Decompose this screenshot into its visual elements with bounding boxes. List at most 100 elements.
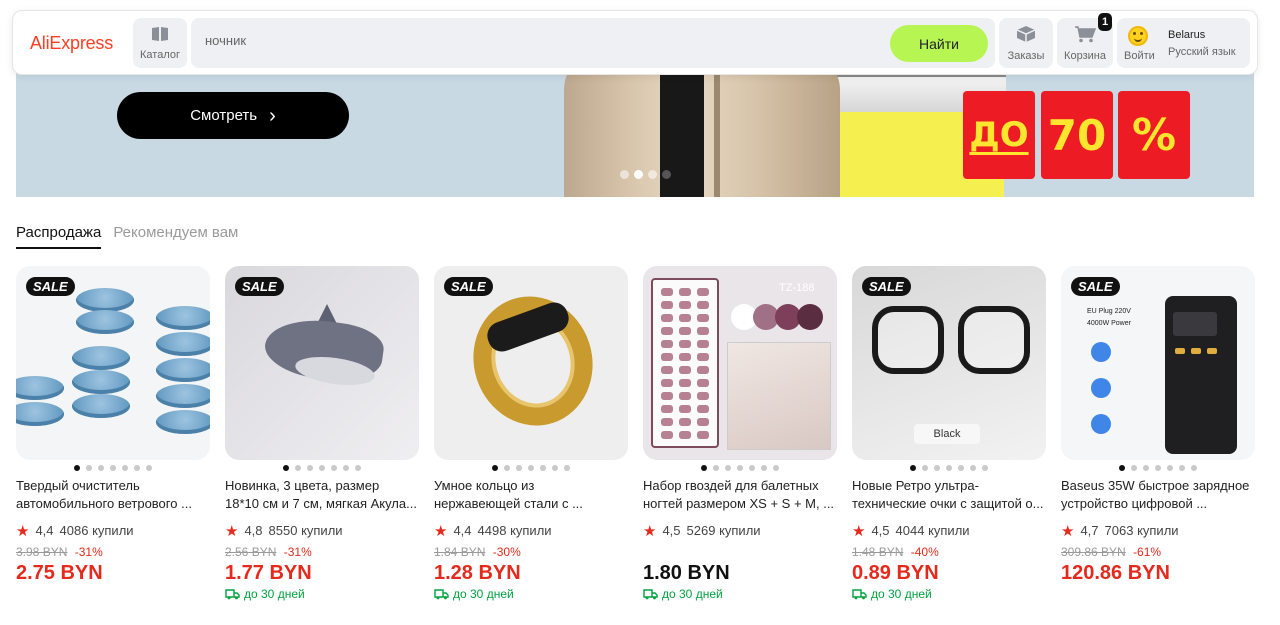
shipping-time: до 30 дней [434,586,628,602]
product-price: 1.80 BYN [643,562,730,584]
product-image[interactable]: SALE [16,266,210,460]
old-price: 2.56 BYN [225,545,277,559]
sold-count: 8550 купили [268,523,343,538]
sale-badge: SALE [235,277,284,296]
discount: -30% [492,545,521,559]
sale-badge: SALE [26,277,75,296]
sold-count: 4044 купили [895,523,970,538]
product-image[interactable]: SALE [225,266,419,460]
star-icon: ★ [852,522,866,540]
star-icon: ★ [643,522,657,540]
product-image[interactable]: EU Plug 220V 4000W Power SALE [1061,266,1255,460]
product-title[interactable]: Новинка, 3 цвета, размер 18*10 см и 7 см… [225,477,419,513]
orders-button[interactable]: Заказы [999,18,1053,68]
product-card[interactable]: SALE Твердый очиститель автомобильного в… [16,266,210,585]
product-card[interactable]: Black SALE Новые Ретро ультра- техническ… [852,266,1046,602]
product-title-line: 18*10 см и 7 см, мягкая Акула... [225,496,417,511]
sold-count: 5269 купили [686,523,761,538]
rating-value: 4,8 [244,523,263,538]
feed-tabs: Распродажа Рекомендуем вам [16,224,238,249]
banner-slider-dots[interactable] [620,170,671,179]
product-image[interactable]: TZ-188 [643,266,837,460]
product-title[interactable]: Умное кольцо из нержавеющей стали с ... [434,477,628,513]
old-price-row: 1.48 BYN -40% [852,545,1046,561]
old-price: 1.84 BYN [434,545,486,559]
product-price: 1.28 BYN [434,562,521,584]
catalog-button[interactable]: Каталог [133,18,187,68]
product-title-line: Новые Ретро ультра- [852,478,979,493]
discount: -31% [283,545,312,559]
rating-value: 4,4 [35,523,54,538]
sale-badge: SALE [1071,277,1120,296]
image-carousel-dots[interactable] [1061,464,1255,471]
product-card[interactable]: SALE Новинка, 3 цвета, размер 18*10 см и… [225,266,419,602]
search-input[interactable] [205,33,865,48]
product-card[interactable]: SALE Умное кольцо из нержавеющей стали с… [434,266,628,602]
product-image-label: TZ-188 [779,282,815,294]
image-carousel-dots[interactable] [643,464,837,471]
star-icon: ★ [16,522,30,540]
product-card[interactable]: TZ-188 Набор гвоздей для балетных ногтей… [643,266,837,602]
truck-icon [852,588,867,599]
product-title-line: автомобильного ветрового ... [16,496,192,511]
product-title[interactable]: Твердый очиститель автомобильного ветров… [16,477,210,513]
product-price: 2.75 BYN [16,562,103,584]
tab-sale[interactable]: Распродажа [16,224,102,249]
rating-value: 4,5 [662,523,681,538]
product-rating: ★ 4,7 7063 купили [1061,522,1255,540]
shipping-time: до 30 дней [643,586,837,602]
old-price-row: 1.84 BYN -30% [434,545,628,561]
product-card[interactable]: EU Plug 220V 4000W Power SALE Baseus 35W… [1061,266,1255,585]
star-icon: ★ [434,522,448,540]
star-icon: ★ [1061,522,1075,540]
top-header: AliExpress Каталог Найти Заказы Корзина … [12,10,1258,75]
tab-recommended[interactable]: Рекомендуем вам [113,224,238,249]
product-title-line: Твердый очиститель [16,478,140,493]
product-image[interactable]: SALE [434,266,628,460]
product-title-line: нержавеющей стали с ... [434,496,583,511]
sale-badge: SALE [444,277,493,296]
product-image-label: 4000W Power [1087,320,1131,327]
product-image[interactable]: Black SALE [852,266,1046,460]
product-title[interactable]: Новые Ретро ультра- технические очки с з… [852,477,1046,513]
watch-button[interactable]: Смотреть › [117,92,349,139]
slider-dot-active[interactable] [634,170,643,179]
image-carousel-dots[interactable] [16,464,210,471]
old-price: 1.48 BYN [852,545,904,559]
rating-value: 4,4 [453,523,472,538]
language-label: Русский язык [1168,46,1236,58]
aliexpress-logo[interactable]: AliExpress [30,33,113,54]
image-carousel-dots[interactable] [852,464,1046,471]
promo-percent-box: % [1118,91,1190,179]
product-title[interactable]: Набор гвоздей для балетных ногтей размер… [643,477,837,513]
slider-dot[interactable] [662,170,671,179]
cart-icon [1074,25,1097,46]
slider-dot[interactable] [648,170,657,179]
search-button[interactable]: Найти [890,25,988,62]
product-rating: ★ 4,5 4044 купили [852,522,1046,540]
shipping-label: до 30 дней [453,587,514,601]
catalog-label: Каталог [140,48,180,61]
image-carousel-dots[interactable] [434,464,628,471]
banner-model-zip [714,70,720,197]
product-rating: ★ 4,4 4498 купили [434,522,628,540]
product-title[interactable]: Baseus 35W быстрое зарядное устройство ц… [1061,477,1255,513]
orders-label: Заказы [1007,49,1045,62]
product-rating: ★ 4,5 5269 купили [643,522,837,540]
product-title-line: технические очки с защитой о... [852,496,1044,511]
image-carousel-dots[interactable] [225,464,419,471]
cart-label: Корзина [1064,49,1106,62]
old-price: 3.98 BYN [16,545,68,559]
product-title-line: Baseus 35W быстрое зарядное [1061,478,1250,493]
old-price: 309.86 BYN [1061,545,1126,559]
account-language-button[interactable]: Войти Belarus Русский язык [1117,18,1250,68]
rating-value: 4,7 [1080,523,1099,538]
product-image-label: EU Plug 220V [1087,308,1131,315]
product-image-label: Black [914,424,980,444]
old-price-row [643,545,837,561]
box-icon [1016,25,1036,46]
login-label: Войти [1124,50,1155,62]
shipping-time: до 30 дней [852,586,1046,602]
shipping-time: до 30 дней [225,586,419,602]
slider-dot[interactable] [620,170,629,179]
